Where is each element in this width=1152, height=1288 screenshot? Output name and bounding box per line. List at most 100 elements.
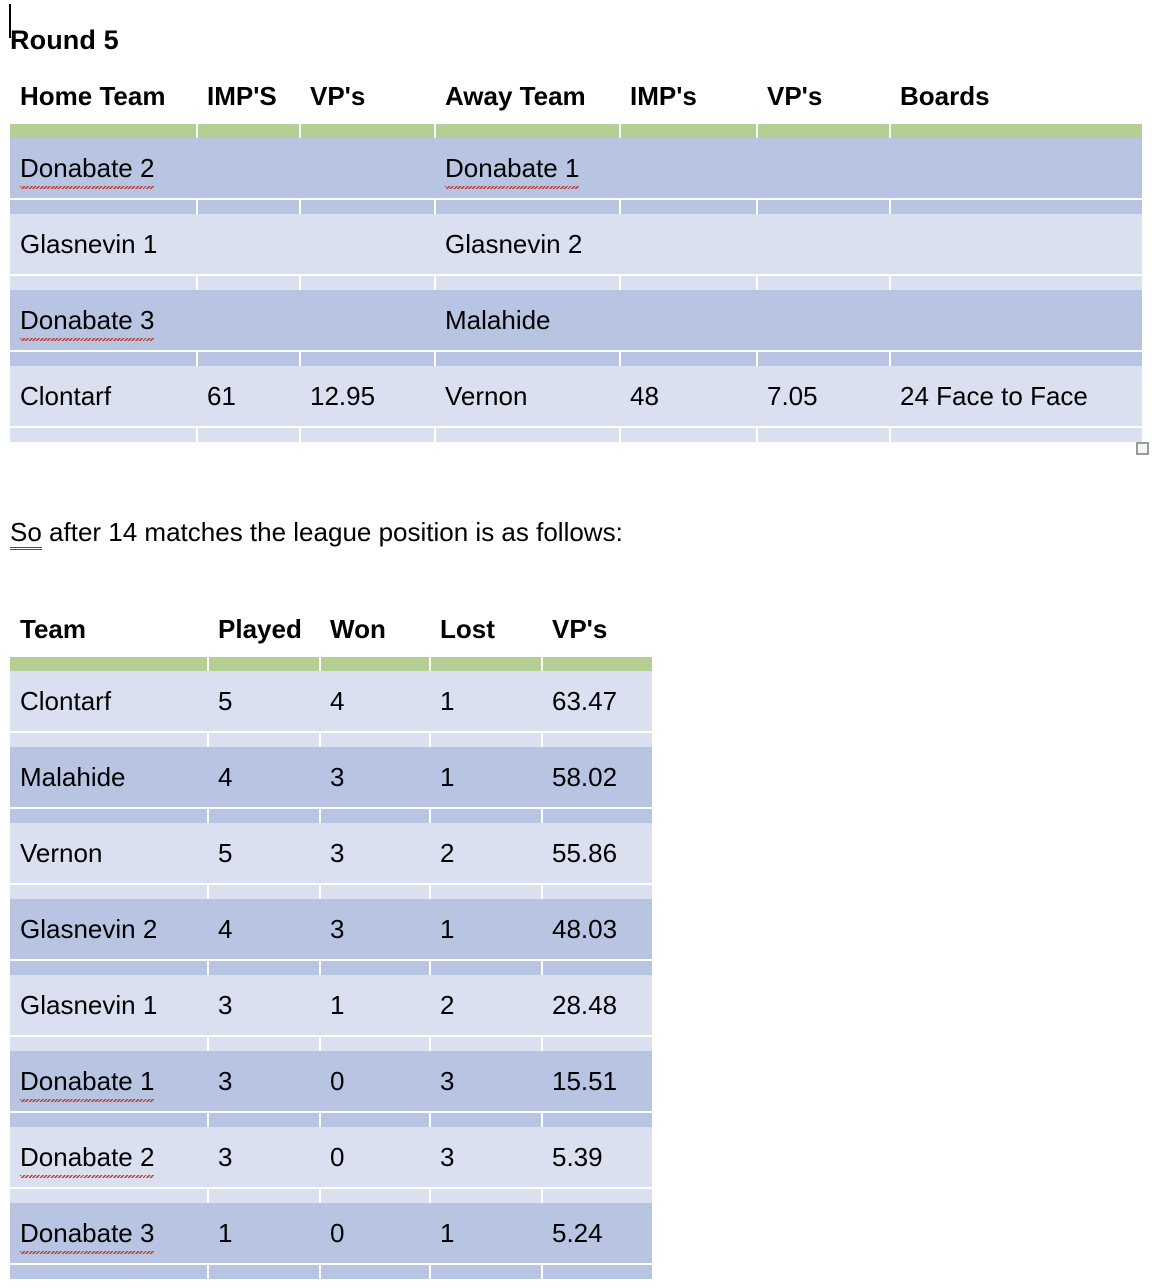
cell-away-vps[interactable] [757, 290, 890, 351]
cell-vps[interactable]: 55.86 [542, 823, 652, 884]
cell-won[interactable]: 4 [320, 671, 430, 732]
table-row-underband [10, 426, 1142, 442]
cell-vps[interactable]: 63.47 [542, 671, 652, 732]
cell-vps[interactable]: 28.48 [542, 975, 652, 1036]
table-resize-handle[interactable] [1136, 442, 1149, 455]
cell-lost[interactable]: 1 [430, 747, 542, 808]
cell-played[interactable]: 4 [208, 747, 320, 808]
standings-col-played: Played [218, 614, 302, 644]
cell-team[interactable]: Glasnevin 2 [10, 899, 208, 960]
cell-vps[interactable]: 15.51 [542, 1051, 652, 1112]
table-row[interactable]: Donabate 3 1 0 1 5.24 [10, 1203, 652, 1264]
cell-away-team[interactable]: Vernon [435, 366, 620, 427]
cell-won[interactable]: 3 [320, 899, 430, 960]
cell-away-imps[interactable]: 48 [620, 366, 757, 427]
page-title: Round 5 [10, 25, 119, 56]
table-row[interactable]: Donabate 2 3 0 3 5.39 [10, 1127, 652, 1188]
cell-away-vps[interactable] [757, 138, 890, 199]
cell-vps[interactable]: 5.24 [542, 1203, 652, 1264]
cell-played[interactable]: 1 [208, 1203, 320, 1264]
cell-team[interactable]: Donabate 2 [10, 1127, 208, 1188]
table-row[interactable]: Donabate 3 Malahide [10, 290, 1142, 351]
cell-won[interactable]: 3 [320, 747, 430, 808]
cell-home-team[interactable]: Donabate 2 [10, 138, 197, 199]
cell-won[interactable]: 0 [320, 1051, 430, 1112]
cell-lost[interactable]: 1 [430, 1203, 542, 1264]
table-row[interactable]: Clontarf 61 12.95 Vernon 48 7.05 24 Face… [10, 366, 1142, 427]
table-row[interactable]: Vernon 5 3 2 55.86 [10, 823, 652, 884]
cell-home-imps[interactable] [197, 138, 300, 199]
cell-away-team[interactable]: Donabate 1 [435, 138, 620, 199]
standings-table[interactable]: Team Played Won Lost VP's Clontarf 5 4 1… [10, 603, 652, 1279]
cell-played[interactable]: 3 [208, 1127, 320, 1188]
grammar-flagged-word[interactable]: So [10, 517, 42, 550]
cell-away-team[interactable]: Glasnevin 2 [435, 214, 620, 275]
table-row[interactable]: Clontarf 5 4 1 63.47 [10, 671, 652, 732]
cell-away-vps[interactable]: 7.05 [757, 366, 890, 427]
results-col-home-imps: IMP'S [207, 81, 277, 111]
cell-lost[interactable]: 3 [430, 1051, 542, 1112]
cell-away-imps[interactable] [620, 214, 757, 275]
cell-team[interactable]: Glasnevin 1 [10, 975, 208, 1036]
results-table-head: Home Team IMP'S VP's Away Team IMP's VP'… [10, 70, 1142, 138]
cell-away-imps[interactable] [620, 138, 757, 199]
cell-home-team[interactable]: Glasnevin 1 [10, 214, 197, 275]
cell-lost[interactable]: 3 [430, 1127, 542, 1188]
cell-lost[interactable]: 2 [430, 823, 542, 884]
cell-played[interactable]: 4 [208, 899, 320, 960]
cell-away-imps[interactable] [620, 290, 757, 351]
cell-played[interactable]: 3 [208, 975, 320, 1036]
cell-boards[interactable] [890, 290, 1142, 351]
cell-home-vps[interactable] [300, 290, 435, 351]
cell-vps[interactable]: 58.02 [542, 747, 652, 808]
table-row[interactable]: Glasnevin 1 Glasnevin 2 [10, 214, 1142, 275]
table-row[interactable]: Glasnevin 1 3 1 2 28.48 [10, 975, 652, 1036]
table-row[interactable]: Malahide 4 3 1 58.02 [10, 747, 652, 808]
table-row-underband [10, 807, 652, 823]
table-row-underband [10, 1263, 652, 1279]
cell-won[interactable]: 0 [320, 1203, 430, 1264]
cell-team[interactable]: Donabate 1 [10, 1051, 208, 1112]
cell-boards[interactable] [890, 214, 1142, 275]
cell-played[interactable]: 5 [208, 823, 320, 884]
cell-home-vps[interactable] [300, 138, 435, 199]
cell-team[interactable]: Vernon [10, 823, 208, 884]
table-row-underband [10, 883, 652, 899]
cell-home-vps[interactable] [300, 214, 435, 275]
results-header-row: Home Team IMP'S VP's Away Team IMP's VP'… [10, 70, 1142, 123]
cell-lost[interactable]: 1 [430, 899, 542, 960]
results-table-body: Donabate 2 Donabate 1 Glasnevin 1 Glasne… [10, 138, 1142, 442]
cell-home-imps[interactable] [197, 290, 300, 351]
cell-played[interactable]: 3 [208, 1051, 320, 1112]
table-row[interactable]: Glasnevin 2 4 3 1 48.03 [10, 899, 652, 960]
results-col-away-team: Away Team [445, 81, 586, 111]
cell-home-imps[interactable] [197, 214, 300, 275]
standings-header-underband [10, 655, 652, 671]
cell-home-team[interactable]: Donabate 3 [10, 290, 197, 351]
results-col-home-vps: VP's [310, 81, 366, 111]
cell-team[interactable]: Clontarf [10, 671, 208, 732]
cell-home-vps[interactable]: 12.95 [300, 366, 435, 427]
results-header-underband [10, 122, 1142, 138]
cell-team[interactable]: Malahide [10, 747, 208, 808]
cell-home-imps[interactable]: 61 [197, 366, 300, 427]
results-col-away-vps: VP's [767, 81, 823, 111]
table-row-underband [10, 1111, 652, 1127]
cell-boards[interactable]: 24 Face to Face [890, 366, 1142, 427]
results-table[interactable]: Home Team IMP'S VP's Away Team IMP's VP'… [10, 70, 1142, 442]
cell-played[interactable]: 5 [208, 671, 320, 732]
cell-boards[interactable] [890, 138, 1142, 199]
cell-won[interactable]: 3 [320, 823, 430, 884]
cell-team[interactable]: Donabate 3 [10, 1203, 208, 1264]
cell-vps[interactable]: 5.39 [542, 1127, 652, 1188]
cell-away-team[interactable]: Malahide [435, 290, 620, 351]
cell-vps[interactable]: 48.03 [542, 899, 652, 960]
cell-won[interactable]: 1 [320, 975, 430, 1036]
cell-lost[interactable]: 2 [430, 975, 542, 1036]
table-row[interactable]: Donabate 2 Donabate 1 [10, 138, 1142, 199]
cell-away-vps[interactable] [757, 214, 890, 275]
cell-won[interactable]: 0 [320, 1127, 430, 1188]
cell-home-team[interactable]: Clontarf [10, 366, 197, 427]
cell-lost[interactable]: 1 [430, 671, 542, 732]
table-row[interactable]: Donabate 1 3 0 3 15.51 [10, 1051, 652, 1112]
